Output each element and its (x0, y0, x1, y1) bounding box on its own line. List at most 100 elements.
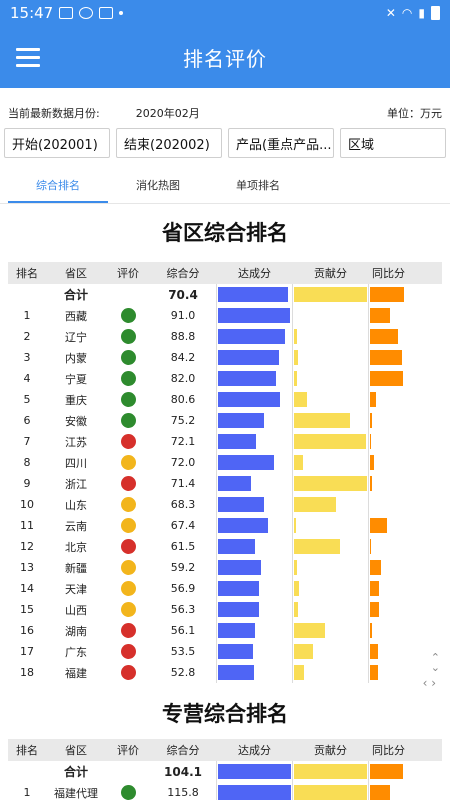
header-cell: 排名 (16, 744, 38, 757)
table-row[interactable]: 4 宁夏 82.0 (8, 368, 442, 389)
table-row[interactable]: 18 福建 52.8 (8, 662, 442, 683)
region-filter[interactable]: 区域 (340, 128, 446, 158)
achieve-bar (218, 350, 279, 365)
table-row[interactable]: 3 内蒙 84.2 (8, 347, 442, 368)
table-row[interactable]: 11 云南 67.4 (8, 515, 442, 536)
contrib-bar-cell (292, 284, 368, 305)
contrib-bar-cell (292, 620, 368, 641)
score-cell: 75.2 (170, 414, 196, 427)
yoy-bar-cell (368, 599, 408, 620)
status-bar: 15:47 ✕ ◠ ▮ (0, 0, 450, 26)
table-row[interactable]: 15 山西 56.3 (8, 599, 442, 620)
rank-cell: 5 (23, 393, 31, 406)
yoy-bar-cell (368, 326, 408, 347)
yoy-bar (370, 371, 403, 386)
score-cell: 68.3 (170, 498, 196, 511)
horizontal-scroll-icon[interactable]: ‹ › (423, 676, 436, 690)
table-row[interactable]: 1 福建代理 115.8 (8, 782, 442, 800)
rank-cell: 2 (23, 330, 31, 343)
table-row[interactable]: 7 江苏 72.1 (8, 431, 442, 452)
table-row[interactable]: 6 安徽 75.2 (8, 410, 442, 431)
evaluation-cell (106, 785, 150, 800)
yoy-bar-cell (368, 305, 408, 326)
achieve-bar (218, 518, 268, 533)
status-dot-yellow (120, 497, 136, 512)
table-row[interactable]: 10 山东 68.3 (8, 494, 442, 515)
contrib-bar-cell (292, 389, 368, 410)
achieve-bar (218, 455, 274, 470)
status-dot-red (120, 644, 136, 659)
table-row[interactable]: 2 辽宁 88.8 (8, 326, 442, 347)
header-cell: 贡献分 (314, 267, 347, 280)
table-row[interactable]: 12 北京 61.5 (8, 536, 442, 557)
vertical-scroll-icon[interactable]: ⌃ ⌄ (431, 652, 440, 673)
achieve-bar-cell (216, 368, 292, 389)
table-row[interactable]: 5 重庆 80.6 (8, 389, 442, 410)
gallery-icon (59, 7, 74, 19)
status-dot-red (120, 665, 136, 680)
tab-single-ranking[interactable]: 单项排名 (208, 172, 308, 203)
score-cell: 80.6 (170, 393, 196, 406)
end-filter[interactable]: 结束(202002) (116, 128, 222, 158)
contrib-bar (294, 350, 298, 365)
contrib-bar (294, 455, 303, 470)
achieve-bar (218, 764, 291, 779)
table-row[interactable]: 8 四川 72.0 (8, 452, 442, 473)
province-cell: 西藏 (65, 309, 87, 323)
table-row[interactable]: 14 天津 56.9 (8, 578, 442, 599)
start-filter[interactable]: 开始(202001) (4, 128, 110, 158)
status-dot-red (120, 434, 136, 449)
table-row[interactable]: 16 湖南 56.1 (8, 620, 442, 641)
rank-cell: 11 (20, 519, 34, 532)
yoy-bar-cell (368, 431, 408, 452)
contrib-bar-cell (292, 452, 368, 473)
status-dot-green (120, 785, 136, 800)
header-cell: 排名 (16, 267, 38, 280)
province-cell: 江苏 (65, 435, 87, 449)
table-row[interactable]: 9 浙江 71.4 (8, 473, 442, 494)
yoy-bar-cell (368, 452, 408, 473)
achieve-bar-cell (216, 641, 292, 662)
product-filter[interactable]: 产品(重点产品... (228, 128, 334, 158)
rank-cell: 17 (20, 645, 34, 658)
rank-cell: 13 (20, 561, 34, 574)
evaluation-cell (106, 308, 150, 323)
contrib-bar-cell (292, 473, 368, 494)
header-cell: 评价 (117, 744, 139, 757)
yoy-bar-cell (368, 284, 408, 305)
table-row[interactable]: 17 广东 53.5 (8, 641, 442, 662)
yoy-bar (370, 764, 403, 779)
tab-heatmap[interactable]: 消化热图 (108, 172, 208, 203)
menu-icon[interactable] (0, 26, 56, 88)
tab-overall-ranking[interactable]: 综合排名 (8, 172, 108, 203)
province-cell: 云南 (65, 519, 87, 533)
total-row[interactable]: 合计 104.1 (8, 761, 442, 782)
table-row[interactable]: 1 西藏 91.0 (8, 305, 442, 326)
table-row[interactable]: 13 新疆 59.2 (8, 557, 442, 578)
rank-cell: 6 (23, 414, 31, 427)
achieve-bar-cell (216, 515, 292, 536)
province-cell: 合计 (63, 765, 88, 779)
province-cell: 内蒙 (65, 351, 87, 365)
mute-icon: ✕ (385, 6, 396, 20)
score-cell: 115.8 (167, 786, 199, 799)
header-cell: 省区 (65, 744, 87, 757)
contrib-bar (294, 785, 367, 800)
province-cell: 山东 (65, 498, 87, 512)
yoy-bar-cell (368, 578, 408, 599)
status-dot-green (120, 350, 136, 365)
achieve-bar-cell (216, 284, 292, 305)
contrib-bar-cell (292, 782, 368, 800)
score-cell: 67.4 (170, 519, 196, 532)
rank-cell: 9 (23, 477, 31, 490)
status-dot-yellow (120, 602, 136, 617)
score-cell: 72.1 (170, 435, 196, 448)
yoy-bar-cell (368, 662, 408, 683)
yoy-bar-cell (368, 494, 408, 515)
total-row[interactable]: 合计 70.4 (8, 284, 442, 305)
yoy-bar (370, 785, 390, 800)
achieve-bar-cell (216, 557, 292, 578)
evaluation-cell (106, 539, 150, 554)
contrib-bar (294, 581, 299, 596)
yoy-bar (370, 602, 379, 617)
